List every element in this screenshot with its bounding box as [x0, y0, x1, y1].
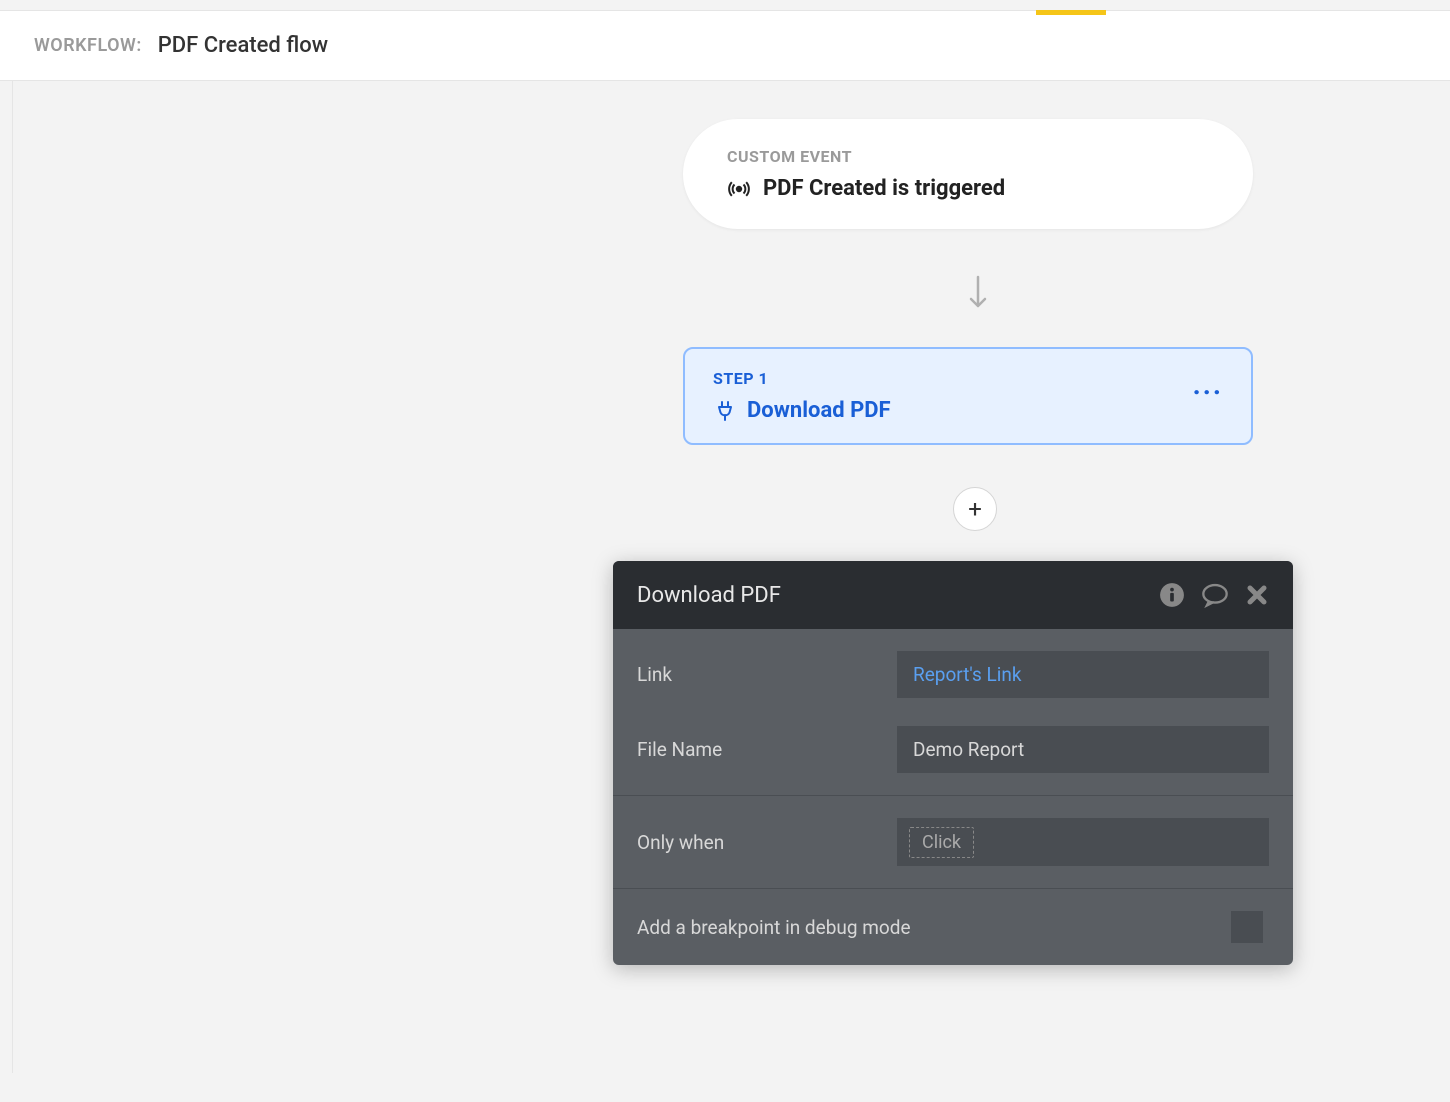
info-icon[interactable] [1159, 582, 1185, 608]
link-row: Link [613, 637, 1293, 712]
flow-arrow-icon [968, 275, 988, 319]
properties-panel: Download PDF [613, 561, 1293, 965]
click-placeholder-chip: Click [909, 827, 974, 858]
comment-icon[interactable] [1201, 581, 1229, 609]
plug-icon [713, 399, 737, 423]
workflow-canvas[interactable]: CUSTOM EVENT PDF Created is triggered ST… [12, 81, 1450, 1073]
workflow-header: WORKFLOW: PDF Created flow [0, 10, 1450, 81]
panel-header[interactable]: Download PDF [613, 561, 1293, 629]
close-icon[interactable] [1245, 583, 1269, 607]
workflow-label: WORKFLOW: [34, 35, 142, 56]
step-more-button[interactable]: ... [1193, 369, 1223, 394]
accent-bar [1036, 10, 1106, 15]
breakpoint-checkbox[interactable] [1231, 911, 1263, 943]
workflow-title[interactable]: PDF Created flow [158, 33, 328, 58]
add-step-button[interactable]: + [953, 487, 997, 531]
onlywhen-input[interactable]: Click [897, 818, 1269, 866]
onlywhen-row: Only when Click [613, 804, 1293, 880]
filename-label: File Name [637, 738, 877, 761]
filename-input[interactable] [897, 726, 1269, 773]
plus-icon: + [968, 495, 982, 523]
onlywhen-label: Only when [637, 831, 877, 854]
panel-title: Download PDF [637, 583, 781, 608]
step-label: STEP 1 [713, 369, 1193, 388]
step-node[interactable]: STEP 1 Download PDF ... [683, 347, 1253, 445]
broadcast-icon [727, 177, 751, 201]
link-input[interactable] [897, 651, 1269, 698]
breakpoint-label: Add a breakpoint in debug mode [637, 916, 940, 939]
filename-row: File Name [613, 712, 1293, 787]
event-node[interactable]: CUSTOM EVENT PDF Created is triggered [683, 119, 1253, 229]
event-type-label: CUSTOM EVENT [727, 147, 1209, 166]
event-title: PDF Created is triggered [763, 176, 1005, 201]
link-label: Link [637, 663, 877, 686]
step-title: Download PDF [747, 398, 891, 423]
breakpoint-row: Add a breakpoint in debug mode [613, 897, 1293, 957]
